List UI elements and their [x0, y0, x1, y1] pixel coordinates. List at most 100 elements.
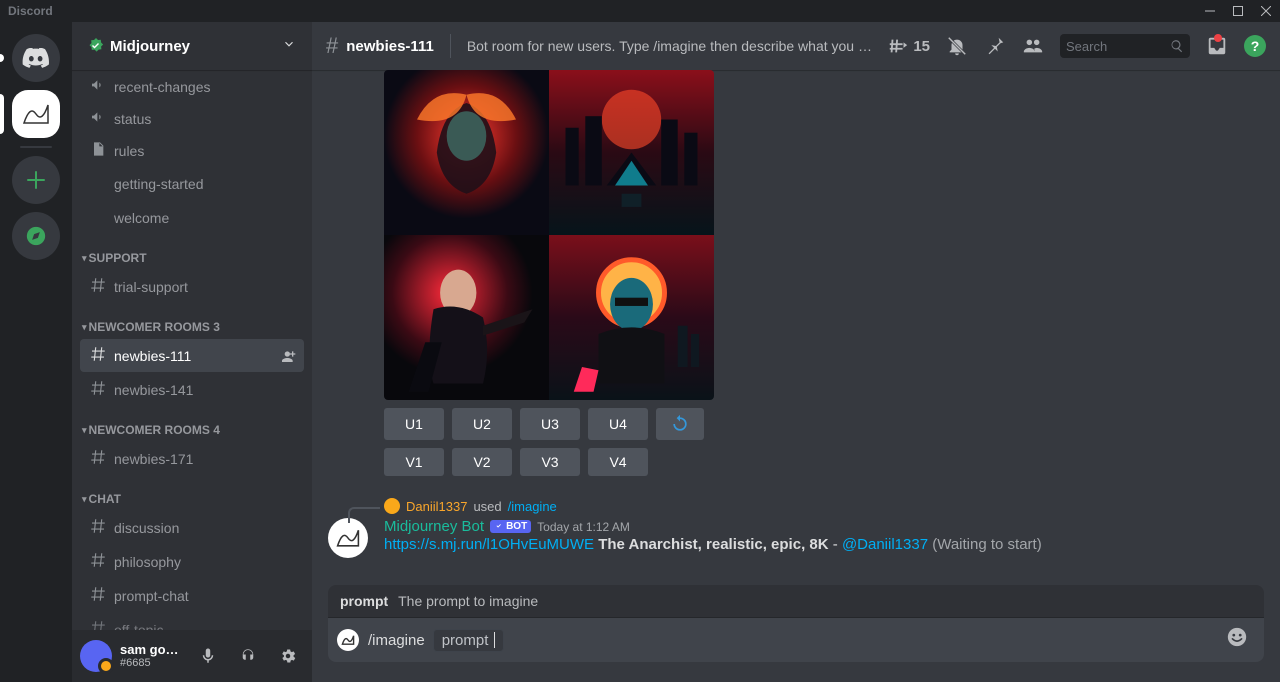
channel-icon [88, 109, 108, 128]
hash-icon: # [326, 33, 338, 59]
channel-label: recent-changes [114, 79, 211, 95]
channel-item[interactable]: rules [80, 135, 304, 166]
message-link[interactable]: https://s.mj.run/l1OHvEuMUWE [384, 536, 594, 553]
channel-label: welcome [114, 210, 169, 226]
channel-item[interactable]: discussion [80, 511, 304, 544]
channel-label: newbies-141 [114, 382, 193, 398]
reply-avatar [384, 498, 400, 514]
channel-item[interactable]: welcome [80, 201, 304, 234]
variation-button[interactable]: V1 [384, 448, 444, 476]
channel-label: prompt-chat [114, 588, 189, 604]
reply-verb: used [473, 499, 501, 514]
server-midjourney[interactable] [12, 90, 60, 138]
inbox-button[interactable] [1206, 35, 1228, 57]
message-content: https://s.mj.run/l1OHvEuMUWE The Anarchi… [384, 535, 1264, 556]
channel-sidebar: Midjourney recent-changes status rules gett… [72, 22, 312, 682]
window-minimize[interactable] [1196, 0, 1224, 22]
hash-icon [88, 345, 108, 366]
category-header[interactable]: ▾SUPPORT [80, 235, 304, 269]
channel-label: getting-started [114, 176, 204, 192]
main-content: # newbies-111 Bot room for new users. Ty… [312, 22, 1280, 682]
variation-button[interactable]: V3 [520, 448, 580, 476]
category-label: NEWCOMER ROOMS 3 [89, 320, 220, 334]
autocomplete-option: prompt [340, 593, 388, 609]
members-button[interactable] [1022, 35, 1044, 57]
variation-button[interactable]: V2 [452, 448, 512, 476]
variation-button[interactable]: V4 [588, 448, 648, 476]
pinned-button[interactable] [984, 35, 1006, 57]
settings-button[interactable] [272, 640, 304, 672]
channel-label: newbies-111 [114, 348, 191, 364]
upscale-button[interactable]: U1 [384, 408, 444, 440]
chevron-down-icon: ▾ [82, 425, 87, 436]
hash-icon [88, 276, 108, 297]
category-header[interactable]: ▾NEWCOMER ROOMS 4 [80, 407, 304, 441]
message-author[interactable]: Midjourney Bot [384, 518, 484, 535]
channel-label: off-topic [114, 622, 164, 631]
channel-item[interactable]: status [80, 103, 304, 134]
upscale-button[interactable]: U2 [452, 408, 512, 440]
category-label: SUPPORT [89, 251, 147, 265]
hash-icon [88, 585, 108, 606]
channel-item[interactable]: newbies-141 [80, 373, 304, 406]
hash-icon [88, 448, 108, 469]
title-bar: Discord [0, 0, 1280, 22]
window-maximize[interactable] [1224, 0, 1252, 22]
channel-item[interactable]: recent-changes [80, 71, 304, 102]
channel-icon [88, 77, 108, 96]
user-name: sam good… [120, 643, 184, 657]
home-button[interactable] [12, 34, 60, 82]
help-button[interactable]: ? [1244, 35, 1266, 57]
channel-item[interactable]: getting-started [80, 167, 304, 200]
user-tag: #6685 [120, 657, 184, 669]
threads-button[interactable]: 15 [887, 35, 930, 57]
channel-label: newbies-171 [114, 451, 193, 467]
image-grid[interactable] [384, 70, 714, 400]
notification-button[interactable] [946, 35, 968, 57]
verified-icon [88, 38, 104, 54]
reroll-button[interactable] [656, 408, 704, 440]
window-title: Discord [0, 4, 53, 18]
deafen-button[interactable] [232, 640, 264, 672]
autocomplete-popup[interactable]: prompt The prompt to imagine [328, 585, 1264, 618]
channel-item[interactable]: off-topic [80, 613, 304, 630]
server-name-label: Midjourney [110, 38, 190, 55]
server-sidebar [0, 22, 72, 682]
add-server-button[interactable] [12, 156, 60, 204]
channel-name: newbies-111 [346, 38, 434, 55]
upscale-button[interactable]: U3 [520, 408, 580, 440]
channel-icon [88, 141, 108, 160]
channel-icon [88, 173, 108, 194]
reply-context[interactable]: Daniil1337 used /imagine [384, 498, 1264, 514]
category-header[interactable]: ▾NEWCOMER ROOMS 3 [80, 304, 304, 338]
message-list[interactable]: U1U2U3U4 V1 V2 V3 V4 Daniil1337 used /imagi… [312, 70, 1280, 585]
user-avatar[interactable] [80, 640, 112, 672]
channel-topic[interactable]: Bot room for new users. Type /imagine th… [467, 38, 880, 54]
channel-item[interactable]: newbies-111 [80, 339, 304, 372]
chevron-down-icon: ▾ [82, 322, 87, 333]
chevron-down-icon: ▾ [82, 253, 87, 264]
channel-label: status [114, 111, 151, 127]
chevron-down-icon [282, 37, 296, 55]
bot-avatar[interactable] [328, 518, 368, 558]
search-input[interactable]: Search [1060, 34, 1190, 58]
server-header[interactable]: Midjourney [72, 22, 312, 70]
emoji-button[interactable] [1226, 626, 1248, 654]
channel-item[interactable]: prompt-chat [80, 579, 304, 612]
channel-label: discussion [114, 520, 179, 536]
create-invite-icon[interactable] [280, 346, 296, 365]
window-close[interactable] [1252, 0, 1280, 22]
upscale-button[interactable]: U4 [588, 408, 648, 440]
channel-item[interactable]: trial-support [80, 270, 304, 303]
channel-item[interactable]: newbies-171 [80, 442, 304, 475]
autocomplete-description: The prompt to imagine [398, 593, 538, 609]
app-icon[interactable] [328, 629, 368, 651]
channel-item[interactable]: philosophy [80, 545, 304, 578]
user-panel: sam good… #6685 [72, 630, 312, 682]
mute-button[interactable] [192, 640, 224, 672]
message-mention[interactable]: @Daniil1337 [842, 536, 928, 553]
category-header[interactable]: ▾CHAT [80, 476, 304, 510]
channel-label: trial-support [114, 279, 188, 295]
explore-servers-button[interactable] [12, 212, 60, 260]
message-input[interactable]: /imagine prompt [328, 618, 1264, 662]
